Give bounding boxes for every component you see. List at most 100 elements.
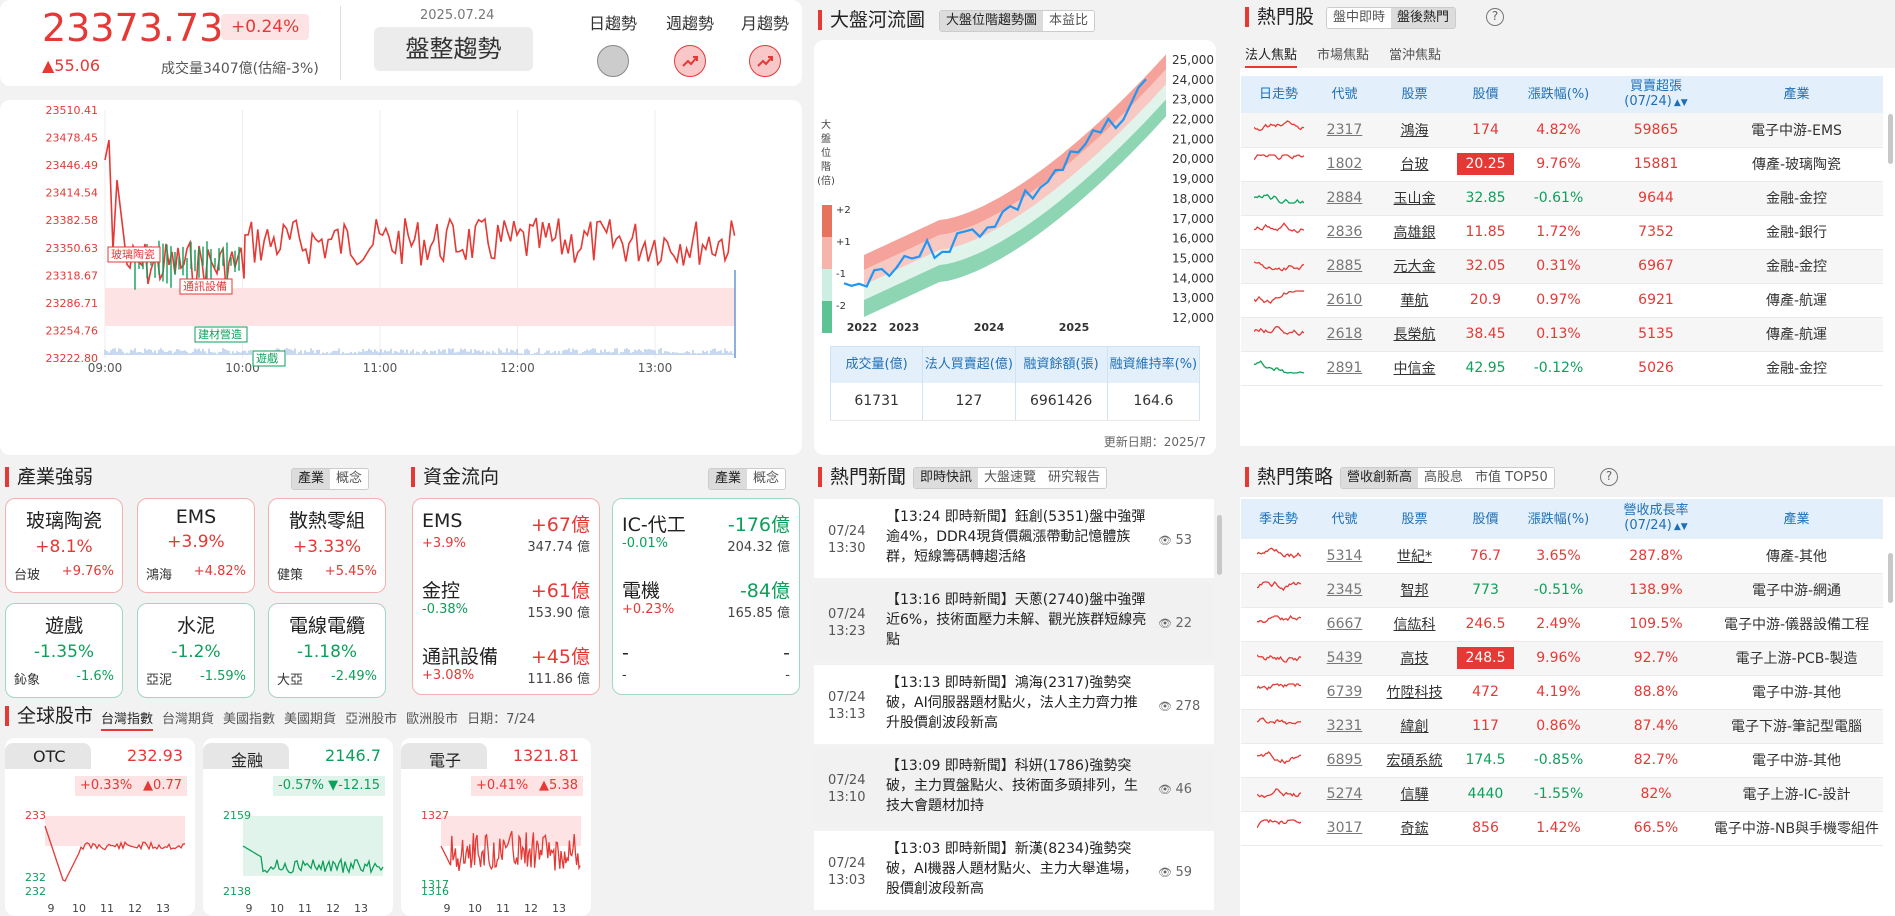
tab-intraday[interactable]: 盤中即時 bbox=[1327, 8, 1392, 28]
flow-row[interactable]: IC-代工 -176億 -0.01% 204.32 億 bbox=[622, 507, 790, 567]
sector-card[interactable]: 散熱零組 +3.33% 健策 +5.45% bbox=[268, 498, 386, 593]
news-item[interactable]: 07/24 13:10 【13:09 即時新聞】科妍(1786)強勢突破，主力買盤點… bbox=[814, 748, 1214, 827]
table-row[interactable]: 3231 緯創 117 0.86% 87.4% 電子下游-筆記型電腦 bbox=[1241, 709, 1883, 744]
news-headline[interactable]: 【13:13 即時新聞】鴻海(2317)強勢突破，AI伺服器題材點火，法人主力齊… bbox=[886, 673, 1148, 733]
event-tag[interactable]: 建材營造 bbox=[194, 326, 248, 343]
sector-card[interactable]: 水泥 -1.2% 亞泥 -1.59% bbox=[137, 603, 255, 698]
news-headline[interactable]: 【13:16 即時新聞】天蔥(2740)盤中強彈近6%，技術面壓力未解、觀光族群… bbox=[886, 590, 1148, 650]
table-row[interactable]: 2618 長榮航 38.45 0.13% 5135 傳產-航運 bbox=[1241, 317, 1883, 352]
month-trend[interactable]: 月趨勢 bbox=[739, 10, 791, 77]
event-tag[interactable]: 遊戲 bbox=[252, 350, 286, 367]
river-chart[interactable]: 25,000 24,000 23,000 22,000 21,000 20,000 19,0… bbox=[814, 40, 1216, 340]
tab-river-level[interactable]: 大盤位階趨勢圖 bbox=[940, 11, 1044, 31]
news-item[interactable]: 07/24 13:30 【13:24 即時新聞】鈺創(5351)盤中強彈逾4%，DD… bbox=[814, 499, 1214, 578]
stock-code[interactable]: 3017 bbox=[1316, 811, 1373, 846]
stock-name[interactable]: 奇鋐 bbox=[1373, 811, 1456, 846]
table-row[interactable]: 5314 世紀* 76.7 3.65% 287.8% 傳產-其他 bbox=[1241, 539, 1883, 574]
stock-name[interactable]: 華航 bbox=[1373, 283, 1456, 318]
stock-code[interactable]: 6895 bbox=[1316, 743, 1373, 778]
stock-name[interactable]: 信驊 bbox=[1373, 777, 1456, 812]
news-item[interactable]: 07/24 13:23 【13:16 即時新聞】天蔥(2740)盤中強彈近6%，技術… bbox=[814, 582, 1214, 661]
table-row[interactable]: 6895 宏碩系統 174.5 -0.85% 82.7% 電子中游-其他 bbox=[1241, 743, 1883, 778]
market-card[interactable]: 金融 2146.7 -0.57% ▼-12.15 2159 2138 9 10 11 12 13 bbox=[203, 738, 393, 916]
table-row[interactable]: 2345 智邦 773 -0.51% 138.9% 電子中游-網通 bbox=[1241, 573, 1883, 608]
tab-river-pe[interactable]: 本益比 bbox=[1043, 11, 1095, 31]
stock-name[interactable]: 鴻海 bbox=[1373, 113, 1456, 148]
tab-realtime[interactable]: 即時快訊 bbox=[914, 468, 979, 488]
stock-name[interactable]: 緯創 bbox=[1373, 709, 1456, 744]
stock-code[interactable]: 2618 bbox=[1316, 317, 1373, 352]
stock-code[interactable]: 2891 bbox=[1316, 351, 1373, 386]
sort-header[interactable]: 營收成長率 (07/24) ▲▼ bbox=[1602, 499, 1710, 539]
news-item[interactable]: 07/24 13:13 【13:13 即時新聞】鴻海(2317)強勢突破，AI伺服器… bbox=[814, 665, 1214, 744]
flow-row[interactable]: EMS +67億 +3.9% 347.74 億 bbox=[422, 507, 590, 567]
table-row[interactable]: 3017 奇鋐 856 1.42% 66.5% 電子中游-NB與手機零組件 bbox=[1241, 811, 1883, 846]
week-trend[interactable]: 週趨勢 bbox=[664, 10, 716, 77]
stock-name[interactable]: 玉山金 bbox=[1373, 181, 1456, 216]
flow-row[interactable]: - - - - bbox=[622, 639, 790, 699]
tab-concept[interactable]: 概念 bbox=[747, 469, 786, 489]
sector-card[interactable]: EMS +3.9% 鴻海 +4.82% bbox=[137, 498, 255, 593]
sector-card[interactable]: 玻璃陶瓷 +8.1% 台玻 +9.76% bbox=[5, 498, 123, 593]
tab-industry[interactable]: 產業 bbox=[292, 469, 331, 489]
tab-industry[interactable]: 產業 bbox=[709, 469, 748, 489]
news-item[interactable]: 07/24 13:03 【13:03 即時新聞】新漢(8234)強勢突破，AI機器人… bbox=[814, 831, 1214, 910]
stock-code[interactable]: 5314 bbox=[1316, 539, 1373, 574]
subtab-market[interactable]: 市場焦點 bbox=[1317, 44, 1369, 68]
stock-name[interactable]: 高技 bbox=[1373, 641, 1456, 676]
stock-name[interactable]: 元大金 bbox=[1373, 249, 1456, 284]
market-card[interactable]: 電子 1321.81 +0.41% ▲5.38 1327 1317 1316 9 10 11 12 1… bbox=[401, 738, 591, 916]
stock-name[interactable]: 台玻 bbox=[1373, 147, 1456, 182]
stock-code[interactable]: 2345 bbox=[1316, 573, 1373, 608]
tab-research[interactable]: 研究報告 bbox=[1042, 468, 1107, 488]
table-row[interactable]: 1802 台玻 20.25 9.76% 15881 傳產-玻璃陶瓷 bbox=[1241, 147, 1883, 182]
subtab-institutional[interactable]: 法人焦點 bbox=[1245, 44, 1298, 68]
scrollbar[interactable] bbox=[1888, 114, 1893, 164]
table-row[interactable]: 2891 中信金 42.95 -0.12% 5026 金融-金控 bbox=[1241, 351, 1883, 386]
tab-asia[interactable]: 亞洲股市 bbox=[345, 708, 397, 731]
event-tag[interactable]: 玻璃陶瓷 bbox=[107, 246, 161, 263]
table-row[interactable]: 5439 高技 248.5 9.96% 92.7% 電子上游-PCB-製造 bbox=[1241, 641, 1883, 676]
stock-name[interactable]: 中信金 bbox=[1373, 351, 1456, 386]
stock-code[interactable]: 6667 bbox=[1316, 607, 1373, 642]
stock-code[interactable]: 3231 bbox=[1316, 709, 1373, 744]
stock-name[interactable]: 長榮航 bbox=[1373, 317, 1456, 352]
table-row[interactable]: 2885 元大金 32.05 0.31% 6967 金融-金控 bbox=[1241, 249, 1883, 284]
news-headline[interactable]: 【13:03 即時新聞】新漢(8234)強勢突破，AI機器人題材點火、主力大舉進… bbox=[886, 839, 1148, 899]
tab-after-hours[interactable]: 盤後熱門 bbox=[1391, 8, 1456, 28]
table-row[interactable]: 6739 竹陞科技 472 4.19% 88.8% 電子中游-其他 bbox=[1241, 675, 1883, 710]
tab-market-overview[interactable]: 大盤速覽 bbox=[978, 468, 1043, 488]
flow-row[interactable]: 通訊設備 +45億 +3.08% 111.86 億 bbox=[422, 639, 590, 699]
flow-row[interactable]: 電機 -84億 +0.23% 165.85 億 bbox=[622, 573, 790, 633]
tab-tw-index[interactable]: 台灣指數 bbox=[101, 708, 154, 731]
news-headline[interactable]: 【13:09 即時新聞】科妍(1786)強勢突破，主力買盤點火、技術面多頭排列，… bbox=[886, 756, 1148, 816]
scrollbar[interactable] bbox=[1217, 515, 1222, 575]
stock-code[interactable]: 2836 bbox=[1316, 215, 1373, 250]
help-icon[interactable]: ? bbox=[1486, 8, 1504, 26]
tab-top50[interactable]: 市值 TOP50 bbox=[1469, 468, 1554, 488]
stock-code[interactable]: 5439 bbox=[1316, 641, 1373, 676]
stock-code[interactable]: 2610 bbox=[1316, 283, 1373, 318]
stock-name[interactable]: 信紘科 bbox=[1373, 607, 1456, 642]
news-headline[interactable]: 【13:24 即時新聞】鈺創(5351)盤中強彈逾4%，DDR4現貨價飆漲帶動記… bbox=[886, 507, 1148, 567]
stock-code[interactable]: 2317 bbox=[1316, 113, 1373, 148]
intraday-chart[interactable]: 23510.41 23478.45 23446.49 23414.54 23382.58… bbox=[0, 100, 802, 455]
tab-revenue-high[interactable]: 營收創新高 bbox=[1341, 468, 1419, 488]
market-card[interactable]: OTC 232.93 +0.33% ▲0.77 233 232 232 9 10 11 12 13 bbox=[5, 738, 195, 916]
table-row[interactable]: 2884 玉山金 32.85 -0.61% 9644 金融-金控 bbox=[1241, 181, 1883, 216]
tab-us-futures[interactable]: 美國期貨 bbox=[284, 708, 336, 731]
sector-card[interactable]: 遊戲 -1.35% 鈊象 -1.6% bbox=[5, 603, 123, 698]
tab-tw-futures[interactable]: 台灣期貨 bbox=[162, 708, 214, 731]
stock-code[interactable]: 2884 bbox=[1316, 181, 1373, 216]
stock-name[interactable]: 世紀* bbox=[1373, 539, 1456, 574]
stock-name[interactable]: 竹陞科技 bbox=[1373, 675, 1456, 710]
day-trend[interactable]: 日趨勢 bbox=[587, 10, 639, 77]
table-row[interactable]: 6667 信紘科 246.5 2.49% 109.5% 電子中游-儀器設備工程 bbox=[1241, 607, 1883, 642]
flow-row[interactable]: 金控 +61億 -0.38% 153.90 億 bbox=[422, 573, 590, 633]
scrollbar[interactable] bbox=[1888, 553, 1893, 603]
subtab-daytrade[interactable]: 當沖焦點 bbox=[1389, 44, 1441, 68]
tab-high-dividend[interactable]: 高股息 bbox=[1418, 468, 1470, 488]
table-row[interactable]: 2317 鴻海 174 4.82% 59865 電子中游-EMS bbox=[1241, 113, 1883, 148]
stock-name[interactable]: 宏碩系統 bbox=[1373, 743, 1456, 778]
table-row[interactable]: 2610 華航 20.9 0.97% 6921 傳產-航運 bbox=[1241, 283, 1883, 318]
